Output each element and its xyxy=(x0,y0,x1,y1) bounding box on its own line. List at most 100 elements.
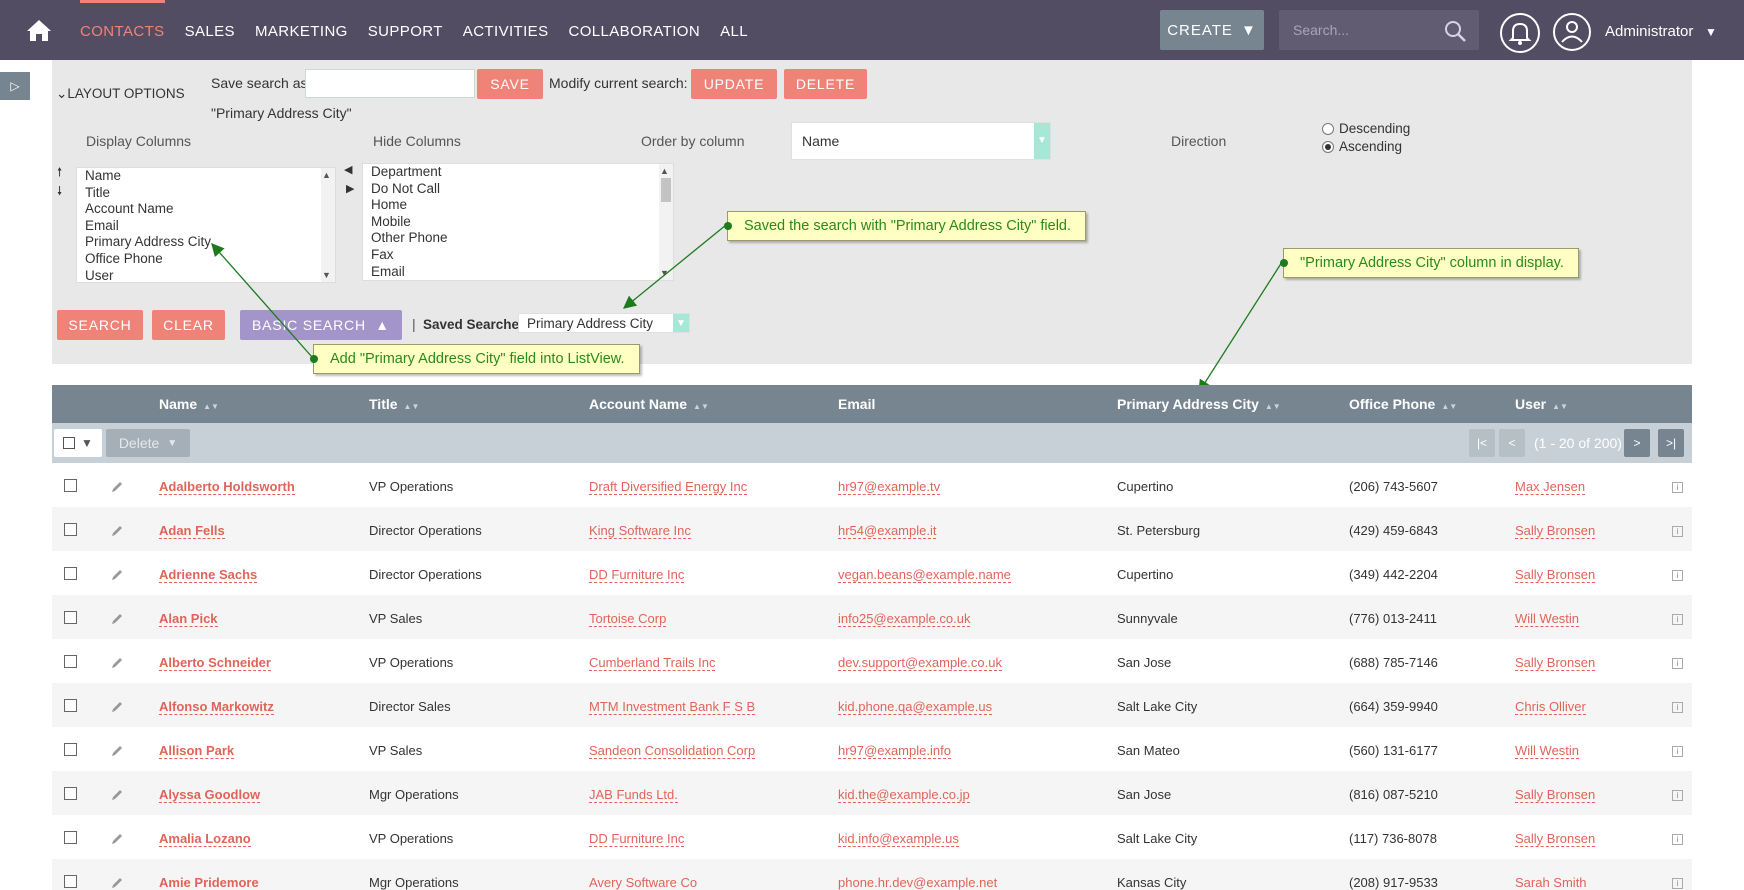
bulk-delete-button[interactable]: Delete ▼ xyxy=(106,429,190,457)
search-icon[interactable] xyxy=(1443,19,1467,43)
cell-account-name[interactable]: Tortoise Corp xyxy=(589,595,667,643)
scroll-thumb[interactable] xyxy=(661,178,671,202)
info-icon[interactable]: i xyxy=(1672,570,1683,581)
cell-email-text[interactable]: kid.info@example.us xyxy=(838,831,959,847)
saved-searches-select[interactable]: Primary Address City ▼ xyxy=(518,313,690,333)
display-column-item[interactable]: Primary Address City xyxy=(77,234,335,251)
cell-email-text[interactable]: info25@example.co.uk xyxy=(838,611,971,627)
sort-icon[interactable]: ▲▼ xyxy=(693,402,709,411)
cell-name[interactable]: Alyssa Goodlow xyxy=(159,771,261,819)
search-button[interactable]: SEARCH xyxy=(57,310,143,340)
last-page-icon[interactable]: >| xyxy=(1658,429,1684,457)
sort-icon[interactable]: ▲▼ xyxy=(1265,402,1281,411)
row-checkbox[interactable] xyxy=(64,567,77,580)
cell-user-text[interactable]: Sarah Smith xyxy=(1515,875,1587,890)
info-icon[interactable]: i xyxy=(1672,790,1683,801)
previous-page-icon[interactable]: < xyxy=(1499,429,1525,457)
cell-email[interactable]: phone.hr.dev@example.net xyxy=(838,859,998,890)
cell-email-text[interactable]: phone.hr.dev@example.net xyxy=(838,875,998,890)
row-checkbox[interactable] xyxy=(64,479,77,492)
cell-name-text[interactable]: Alberto Schneider xyxy=(159,655,271,671)
cell-user-text[interactable]: Sally Bronsen xyxy=(1515,831,1596,847)
hide-column-item[interactable]: Fax xyxy=(363,247,673,264)
cell-user[interactable]: Sarah Smith xyxy=(1515,859,1587,890)
cell-user-text[interactable]: Will Westin xyxy=(1515,743,1580,759)
display-column-item[interactable]: User xyxy=(77,268,335,282)
cell-account-name[interactable]: MTM Investment Bank F S B xyxy=(589,683,756,731)
menu-marketing[interactable]: MARKETING xyxy=(255,0,348,60)
menu-all[interactable]: ALL xyxy=(720,0,748,60)
scroll-up-icon[interactable]: ▲ xyxy=(660,166,669,176)
move-down-icon[interactable]: 🠗 xyxy=(57,182,62,203)
save-button[interactable]: SAVE xyxy=(477,69,543,99)
cell-name[interactable]: Adrienne Sachs xyxy=(159,551,258,599)
global-search-input[interactable]: Search... xyxy=(1279,10,1479,50)
cell-user[interactable]: Sally Bronsen xyxy=(1515,507,1596,555)
edit-pencil-icon[interactable] xyxy=(110,524,124,538)
cell-email[interactable]: hr97@example.info xyxy=(838,727,951,775)
cell-name-text[interactable]: Amalia Lozano xyxy=(159,831,251,847)
cell-email[interactable]: kid.info@example.us xyxy=(838,815,959,863)
info-icon[interactable]: i xyxy=(1672,878,1683,889)
cell-user-text[interactable]: Sally Bronsen xyxy=(1515,567,1596,583)
cell-account-name[interactable]: Avery Software Co xyxy=(589,859,698,890)
move-right-icon[interactable]: ▶ xyxy=(346,182,354,195)
hide-column-item[interactable]: Email xyxy=(363,264,673,280)
edit-pencil-icon[interactable] xyxy=(110,480,124,494)
menu-contacts[interactable]: CONTACTS xyxy=(80,0,165,60)
cell-email-text[interactable]: hr97@example.info xyxy=(838,743,951,759)
hide-columns-list[interactable]: Department Do Not Call Home Mobile Other… xyxy=(362,163,674,281)
cell-email[interactable]: vegan.beans@example.name xyxy=(838,551,1011,599)
basic-search-button[interactable]: BASIC SEARCH ▲ xyxy=(240,310,402,340)
display-column-item[interactable]: Title xyxy=(77,185,335,202)
cell-name-text[interactable]: Allison Park xyxy=(159,743,235,759)
cell-name-text[interactable]: Alyssa Goodlow xyxy=(159,787,261,803)
move-up-icon[interactable]: 🠕 xyxy=(57,163,62,184)
edit-pencil-icon[interactable] xyxy=(110,876,124,890)
cell-account-name[interactable]: JAB Funds Ltd. xyxy=(589,771,678,819)
cell-email[interactable]: dev.support@example.co.uk xyxy=(838,639,1002,687)
cell-account-name-text[interactable]: DD Furniture Inc xyxy=(589,831,685,847)
cell-name-text[interactable]: Alfonso Markowitz xyxy=(159,699,274,715)
cell-user[interactable]: Sally Bronsen xyxy=(1515,771,1596,819)
cell-name[interactable]: Adan Fells xyxy=(159,507,225,555)
info-icon[interactable]: i xyxy=(1672,526,1683,537)
cell-email[interactable]: info25@example.co.uk xyxy=(838,595,971,643)
display-column-item[interactable]: Account Name xyxy=(77,201,335,218)
cell-user-text[interactable]: Chris Olliver xyxy=(1515,699,1586,715)
cell-user[interactable]: Will Westin xyxy=(1515,727,1580,775)
hide-columns-scrollbar[interactable]: ▲ ▼ xyxy=(659,164,673,280)
display-column-item[interactable]: Office Phone xyxy=(77,251,335,268)
checkbox-icon[interactable] xyxy=(63,437,76,449)
direction-descending-radio[interactable]: Descending xyxy=(1322,121,1410,136)
row-checkbox[interactable] xyxy=(64,787,77,800)
display-column-item[interactable]: Name xyxy=(77,168,335,185)
hide-column-item[interactable]: Other Phone xyxy=(363,230,673,247)
move-left-icon[interactable]: ◀ xyxy=(344,163,352,176)
info-icon[interactable]: i xyxy=(1672,834,1683,845)
direction-ascending-radio[interactable]: Ascending xyxy=(1322,139,1402,154)
info-icon[interactable]: i xyxy=(1672,658,1683,669)
info-icon[interactable]: i xyxy=(1672,614,1683,625)
cell-user[interactable]: Chris Olliver xyxy=(1515,683,1586,731)
row-checkbox[interactable] xyxy=(64,611,77,624)
header-office-phone[interactable]: Office Phone ▲▼ xyxy=(1349,385,1457,426)
cell-user[interactable]: Max Jensen xyxy=(1515,463,1586,511)
cell-email[interactable]: kid.phone.qa@example.us xyxy=(838,683,993,731)
edit-pencil-icon[interactable] xyxy=(110,656,124,670)
cell-name-text[interactable]: Alan Pick xyxy=(159,611,218,627)
menu-support[interactable]: SUPPORT xyxy=(368,0,443,60)
home-icon[interactable] xyxy=(26,18,52,42)
header-user[interactable]: User ▲▼ xyxy=(1515,385,1568,426)
notification-bell-icon[interactable] xyxy=(1499,12,1541,54)
edit-pencil-icon[interactable] xyxy=(110,612,124,626)
cell-name-text[interactable]: Amie Pridemore xyxy=(159,875,259,890)
cell-account-name[interactable]: King Software Inc xyxy=(589,507,691,555)
hide-column-item[interactable]: Mobile xyxy=(363,214,673,231)
cell-name[interactable]: Alfonso Markowitz xyxy=(159,683,274,731)
user-avatar-icon[interactable] xyxy=(1552,12,1592,52)
sort-icon[interactable]: ▲▼ xyxy=(203,402,219,411)
header-primary-address-city[interactable]: Primary Address City ▲▼ xyxy=(1117,385,1281,426)
edit-pencil-icon[interactable] xyxy=(110,568,124,582)
update-button[interactable]: UPDATE xyxy=(691,69,777,99)
